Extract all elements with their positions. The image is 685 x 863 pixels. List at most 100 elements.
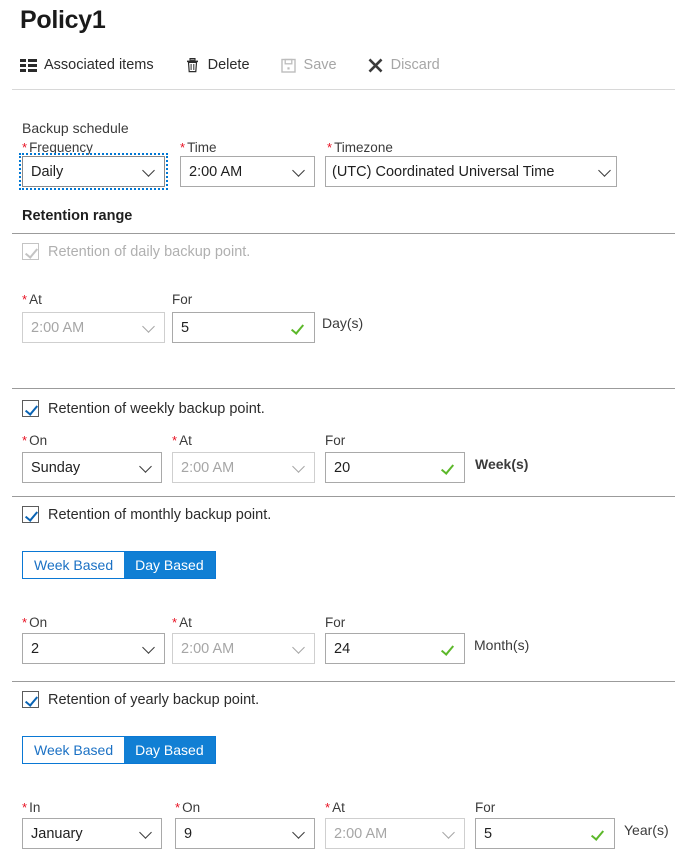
monthly-retention-label: Retention of monthly backup point. — [48, 507, 271, 523]
required-marker: * — [22, 292, 27, 307]
monthly-for-input[interactable]: 24 — [325, 633, 465, 664]
monthly-week-based-option[interactable]: Week Based — [23, 552, 124, 578]
chevron-down-icon — [293, 461, 306, 474]
chevron-down-icon — [143, 321, 156, 334]
yearly-for-label: For — [475, 800, 495, 815]
delete-label: Delete — [208, 57, 250, 73]
required-marker: * — [180, 140, 185, 155]
yearly-unit-label: Year(s) — [624, 822, 669, 838]
time-label: *Time — [180, 140, 217, 155]
timezone-label: *Timezone — [327, 140, 393, 155]
monthly-on-select[interactable]: 2 — [22, 633, 165, 664]
weekly-for-label: For — [325, 433, 345, 448]
weekly-for-input[interactable]: 20 — [325, 452, 465, 483]
daily-for-label: For — [172, 292, 192, 307]
weekly-retention-checkbox[interactable]: Retention of weekly backup point. — [22, 400, 265, 417]
grid-icon — [20, 57, 37, 74]
yearly-for-value: 5 — [484, 826, 592, 842]
yearly-on-value: 9 — [184, 826, 289, 842]
retention-range-heading: Retention range — [22, 208, 132, 224]
daily-retention-checkbox[interactable]: Retention of daily backup point. — [22, 243, 250, 260]
page-title: Policy1 — [20, 6, 105, 35]
chevron-down-icon — [140, 827, 153, 840]
yearly-for-input[interactable]: 5 — [475, 818, 615, 849]
weekly-retention-label: Retention of weekly backup point. — [48, 401, 265, 417]
monthly-retention-checkbox[interactable]: Retention of monthly backup point. — [22, 506, 271, 523]
associated-items-label: Associated items — [44, 57, 154, 73]
checkbox-icon — [22, 243, 39, 260]
time-value: 2:00 AM — [189, 164, 289, 180]
daily-retention-label: Retention of daily backup point. — [48, 244, 250, 260]
yearly-at-select[interactable]: 2:00 AM — [325, 818, 465, 849]
frequency-value: Daily — [31, 164, 139, 180]
monthly-at-value: 2:00 AM — [181, 641, 289, 657]
yearly-retention-checkbox[interactable]: Retention of yearly backup point. — [22, 691, 259, 708]
save-label: Save — [304, 57, 337, 73]
required-marker: * — [22, 800, 27, 815]
divider-yearly — [12, 681, 675, 682]
valid-check-icon — [592, 827, 606, 841]
header-divider — [12, 89, 675, 90]
yearly-retention-label: Retention of yearly backup point. — [48, 692, 259, 708]
save-icon — [280, 57, 297, 74]
daily-for-value: 5 — [181, 320, 292, 336]
checkbox-icon — [22, 400, 39, 417]
monthly-day-based-option[interactable]: Day Based — [124, 552, 214, 578]
close-icon — [367, 57, 384, 74]
associated-items-button[interactable]: Associated items — [20, 57, 154, 74]
monthly-on-value: 2 — [31, 641, 139, 657]
required-marker: * — [172, 615, 177, 630]
weekly-at-label: *At — [172, 433, 192, 448]
discard-label: Discard — [391, 57, 440, 73]
timezone-value: (UTC) Coordinated Universal Time — [332, 164, 595, 180]
monthly-unit-label: Month(s) — [474, 637, 529, 653]
daily-at-value: 2:00 AM — [31, 320, 139, 336]
checkbox-icon — [22, 506, 39, 523]
weekly-at-select[interactable]: 2:00 AM — [172, 452, 315, 483]
daily-at-select[interactable]: 2:00 AM — [22, 312, 165, 343]
monthly-for-value: 24 — [334, 641, 442, 657]
required-marker: * — [172, 433, 177, 448]
valid-check-icon — [442, 461, 456, 475]
delete-button[interactable]: Delete — [184, 57, 250, 74]
chevron-down-icon — [143, 642, 156, 655]
yearly-basis-toggle: Week Based Day Based — [22, 736, 216, 764]
required-marker: * — [327, 140, 332, 155]
yearly-on-select[interactable]: 9 — [175, 818, 315, 849]
weekly-on-value: Sunday — [31, 460, 136, 476]
yearly-at-label: *At — [325, 800, 345, 815]
save-button[interactable]: Save — [280, 57, 337, 74]
yearly-on-label: *On — [175, 800, 200, 815]
chevron-down-icon — [293, 165, 306, 178]
monthly-at-label: *At — [172, 615, 192, 630]
time-select[interactable]: 2:00 AM — [180, 156, 315, 187]
weekly-on-label: *On — [22, 433, 47, 448]
backup-schedule-heading: Backup schedule — [22, 120, 129, 136]
daily-unit-label: Day(s) — [322, 315, 363, 331]
yearly-in-label: *In — [22, 800, 40, 815]
daily-for-input[interactable]: 5 — [172, 312, 315, 343]
chevron-down-icon — [293, 827, 306, 840]
timezone-select[interactable]: (UTC) Coordinated Universal Time — [325, 156, 617, 187]
yearly-in-value: January — [31, 826, 136, 842]
weekly-on-select[interactable]: Sunday — [22, 452, 162, 483]
yearly-at-value: 2:00 AM — [334, 826, 439, 842]
monthly-basis-toggle: Week Based Day Based — [22, 551, 216, 579]
weekly-for-value: 20 — [334, 460, 442, 476]
frequency-label: *Frequency — [22, 140, 93, 155]
yearly-day-based-option[interactable]: Day Based — [124, 737, 214, 763]
daily-at-label: *At — [22, 292, 42, 307]
discard-button[interactable]: Discard — [367, 57, 440, 74]
monthly-at-select[interactable]: 2:00 AM — [172, 633, 315, 664]
divider-weekly — [12, 388, 675, 389]
frequency-select[interactable]: Daily — [22, 156, 165, 187]
yearly-in-select[interactable]: January — [22, 818, 162, 849]
required-marker: * — [22, 615, 27, 630]
required-marker: * — [22, 140, 27, 155]
chevron-down-icon — [599, 165, 612, 178]
monthly-for-label: For — [325, 615, 345, 630]
chevron-down-icon — [140, 461, 153, 474]
yearly-week-based-option[interactable]: Week Based — [23, 737, 124, 763]
checkbox-icon — [22, 691, 39, 708]
divider-monthly — [12, 496, 675, 497]
